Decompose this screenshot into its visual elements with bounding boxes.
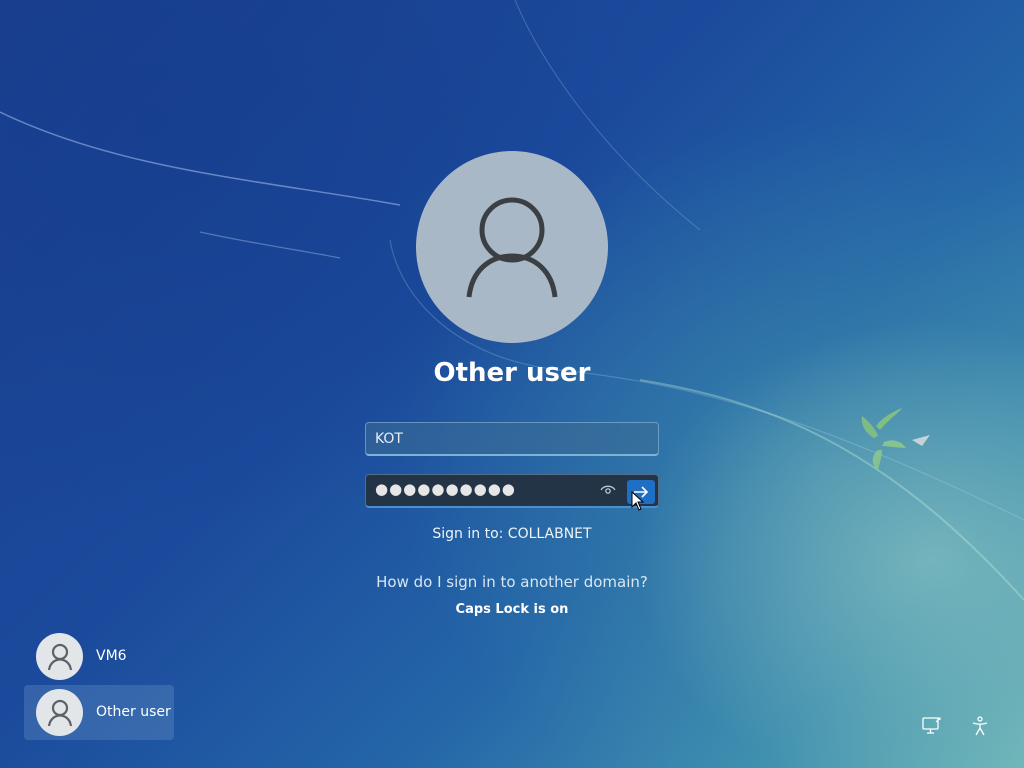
user-title: Other user [433, 358, 591, 388]
caps-lock-warning: Caps Lock is on [455, 602, 569, 617]
person-icon [47, 643, 72, 670]
mouse-cursor-icon [631, 491, 645, 511]
user-list-name: VM6 [96, 648, 127, 664]
password-value: ●●●●●●●●●● [375, 480, 516, 498]
accessibility-icon[interactable] [968, 714, 992, 738]
reveal-password-icon[interactable] [600, 484, 616, 496]
person-icon [47, 699, 72, 726]
user-list-name: Other user [96, 704, 171, 720]
user-list-item-other-user[interactable]: Other user [24, 685, 174, 740]
user-list-item-vm6[interactable]: VM6 [24, 629, 174, 684]
user-avatar [416, 151, 608, 343]
avatar [36, 689, 83, 736]
another-domain-link[interactable]: How do I sign in to another domain? [312, 573, 712, 591]
username-field[interactable]: KOT [365, 422, 659, 456]
lock-screen: Other user KOT ●●●●●●●●●● Sign in to: CO… [0, 0, 1024, 768]
person-icon [466, 197, 558, 298]
password-field[interactable]: ●●●●●●●●●● [365, 474, 659, 508]
username-value: KOT [375, 431, 403, 447]
avatar [36, 633, 83, 680]
sign-in-domain-label: Sign in to: COLLABNET [432, 526, 592, 542]
network-icon[interactable] [920, 714, 944, 738]
